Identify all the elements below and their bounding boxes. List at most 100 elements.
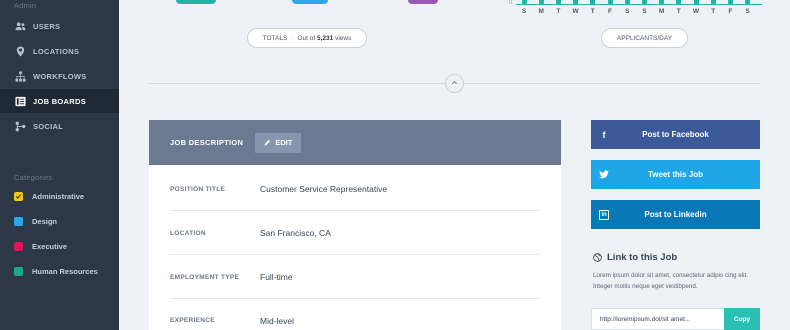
sidebar-item-label: WORKFLOWS xyxy=(33,71,87,81)
applicants-day-label: S xyxy=(625,8,630,15)
category-administrative[interactable]: Administrative xyxy=(14,192,84,201)
category-human-resources[interactable]: Human Resources xyxy=(14,267,98,276)
row-label: EMPLOYMENT TYPE xyxy=(170,273,240,281)
copy-button[interactable]: Copy xyxy=(724,308,760,330)
applicants-baseline xyxy=(516,4,762,5)
applicants-day-label: S xyxy=(521,8,527,15)
applicants-pill[interactable]: APPLICANTS/DAY xyxy=(601,28,688,48)
linkedin-label: Post to Linkedin xyxy=(644,210,707,219)
category-label: Design xyxy=(32,217,58,226)
row-value: Mid-level xyxy=(260,315,295,326)
row-value: Customer Service Representative xyxy=(260,184,388,194)
applicants-day-bar xyxy=(555,0,561,4)
applicants-day-bar xyxy=(659,0,665,4)
row-label: LOCATION xyxy=(170,229,206,237)
chevron-up-icon xyxy=(451,79,458,88)
applicants-day-bar xyxy=(590,0,596,4)
link-description: Lorem ipsum dolor sit amet, consectetur … xyxy=(593,272,749,290)
job-url-field[interactable]: http://loremipsum.dol/sit amet... xyxy=(591,308,725,330)
tweet-this-job-button[interactable]: Tweet this Job xyxy=(591,160,760,189)
row-value: Full-time xyxy=(260,272,293,282)
row-label: POSITION TITLE xyxy=(170,185,226,193)
link-title-text: Link to this Job xyxy=(607,252,678,263)
applicants-day-label: F xyxy=(728,8,733,15)
applicants-day-label: F xyxy=(608,8,612,15)
workflow-icon xyxy=(14,70,26,82)
applicants-day-label: T xyxy=(590,8,595,15)
link-to-job-heading: Link to this Job xyxy=(593,252,677,263)
job-description-header: JOB DESCRIPTION EDIT xyxy=(149,120,561,165)
applicants-day-bar xyxy=(607,0,613,4)
applicants-day-label: T xyxy=(711,8,716,15)
category-label: Executive xyxy=(32,242,68,251)
row-label: EXPERIENCE xyxy=(170,317,215,324)
applicants-day-label: W xyxy=(572,8,579,15)
sidebar: Admin USERS LOCATIONS WORKFLOWS JOB BOAR… xyxy=(0,0,119,330)
location-pin-icon xyxy=(14,45,26,57)
applicants-label: APPLICANTS/DAY xyxy=(616,34,673,42)
applicants-day-label: W xyxy=(692,8,700,15)
job-row-employment-type: EMPLOYMENT TYPE Full-time xyxy=(170,256,540,299)
social-icon xyxy=(14,120,26,132)
applicants-day-label: T xyxy=(556,8,561,15)
checkbox-icon[interactable] xyxy=(14,217,23,226)
sidebar-item-label: LOCATIONS xyxy=(33,46,80,56)
sidebar-item-label: JOB BOARDS xyxy=(33,96,87,106)
job-row-experience: EXPERIENCE Mid-level xyxy=(170,299,540,330)
facebook-label: Post to Facebook xyxy=(642,130,709,139)
collapse-toggle[interactable] xyxy=(445,74,464,93)
sidebar-item-workflows[interactable]: WORKFLOWS xyxy=(0,64,119,88)
users-icon xyxy=(14,20,26,32)
totals-label: TOTALS xyxy=(262,34,288,42)
twitter-label: Tweet this Job xyxy=(648,170,703,179)
applicants-day-bar xyxy=(641,0,647,4)
sidebar-categories-heading: Categories xyxy=(14,173,53,182)
sidebar-item-users[interactable]: USERS xyxy=(0,14,119,38)
applicants-day-bar xyxy=(727,0,733,4)
job-row-position-title: POSITION TITLE Customer Service Represen… xyxy=(170,168,540,211)
job-boards-icon xyxy=(14,95,26,107)
applicants-day-bar xyxy=(676,0,682,4)
applicants-day-bar xyxy=(538,0,544,4)
pencil-icon xyxy=(264,139,271,146)
facebook-icon: f xyxy=(602,129,606,140)
applicants-day-label: M xyxy=(658,8,665,15)
applicants-day-bar xyxy=(693,0,699,4)
applicants-day-bar xyxy=(521,0,527,4)
applicants-day-bar xyxy=(710,0,716,4)
applicants-day-label: S xyxy=(745,8,750,15)
totals-donut-arc xyxy=(176,0,216,4)
checkbox-icon[interactable] xyxy=(14,267,23,276)
totals-separator: · xyxy=(291,34,294,42)
applicants-day-label: S xyxy=(642,8,647,15)
category-executive[interactable]: Executive xyxy=(14,242,67,251)
sidebar-item-label: SOCIAL xyxy=(33,121,64,131)
checkbox-checked-icon[interactable] xyxy=(14,192,23,201)
totals-suffix: views xyxy=(335,34,352,42)
totals-prefix: Out of xyxy=(297,34,316,42)
linkedin-icon: in xyxy=(591,209,617,220)
job-description-card: JOB DESCRIPTION EDIT POSITION TITLE Cust… xyxy=(149,120,561,330)
applicants-day-label: M xyxy=(538,8,544,15)
category-label: Human Resources xyxy=(32,267,98,276)
category-design[interactable]: Design xyxy=(14,217,57,226)
post-to-linkedin-button[interactable]: in Post to Linkedin xyxy=(591,200,760,229)
totals-pill[interactable]: TOTALS · Out of 5,231 views xyxy=(247,28,367,48)
globe-icon xyxy=(593,253,602,262)
edit-label: EDIT xyxy=(275,138,293,147)
category-label: Administrative xyxy=(32,192,85,201)
post-to-facebook-button[interactable]: f Post to Facebook xyxy=(591,120,760,149)
applicants-axis-zero: 0 xyxy=(509,0,513,6)
sidebar-item-locations[interactable]: LOCATIONS xyxy=(0,39,119,63)
edit-button[interactable]: EDIT xyxy=(255,132,302,153)
totals-donut-arc xyxy=(408,0,438,4)
applicants-day-label: T xyxy=(676,8,681,15)
sidebar-item-job-boards[interactable]: JOB BOARDS xyxy=(0,89,119,113)
sidebar-item-social[interactable]: SOCIAL xyxy=(0,114,119,138)
applicants-day-bar xyxy=(624,0,630,4)
checkbox-icon[interactable] xyxy=(14,242,23,251)
totals-count: 5,231 xyxy=(317,34,334,42)
row-value: San Francisco, CA xyxy=(260,228,331,238)
applicants-day-bar xyxy=(573,0,579,4)
job-description-title: JOB DESCRIPTION xyxy=(170,138,244,147)
